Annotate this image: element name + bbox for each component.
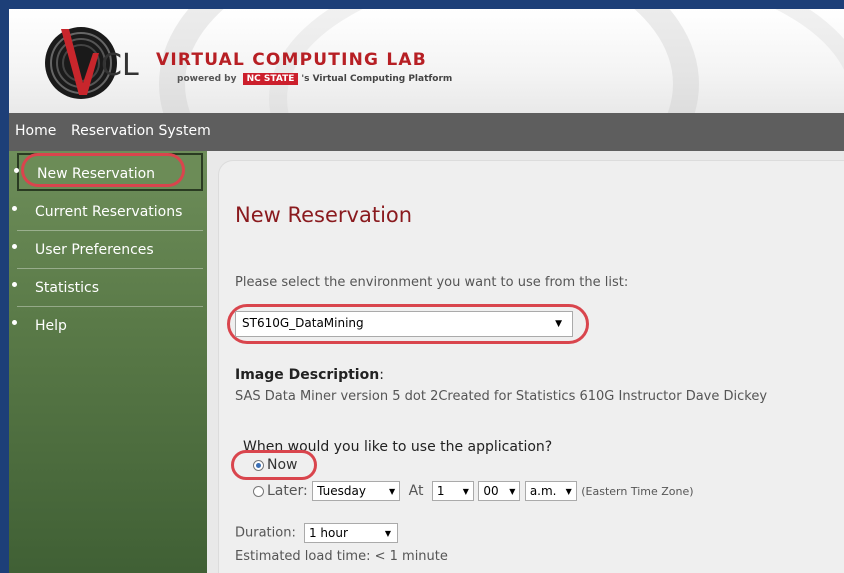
image-description-label-text: Image Description: [235, 367, 380, 383]
duration-value: 1 hour: [308, 526, 348, 540]
sidebar-item-label: Statistics: [35, 280, 99, 296]
later-day-value: Tuesday: [317, 484, 366, 498]
environment-prompt: Please select the environment you want t…: [235, 275, 629, 290]
duration-select[interactable]: 1 hour ▼: [303, 523, 398, 543]
bullet-icon: [12, 320, 17, 325]
sidebar-item-label: Help: [35, 318, 67, 334]
chevron-down-icon: ▼: [509, 487, 516, 496]
sidebar-item-help[interactable]: Help: [12, 307, 203, 345]
brand-subtitle-suffix: 's Virtual Computing Platform: [301, 74, 453, 84]
image-description-label: Image Description:: [235, 367, 384, 383]
now-radio[interactable]: [253, 459, 264, 471]
brand-subtitle-prefix: powered by: [177, 74, 237, 84]
bullet-icon: [12, 282, 17, 287]
ncstate-badge: NC STATE: [242, 73, 299, 85]
sidebar-item-statistics[interactable]: Statistics: [12, 269, 203, 307]
chevron-down-icon: ▼: [384, 529, 391, 538]
chevron-down-icon: ▼: [462, 487, 469, 496]
later-hour-select[interactable]: 1 ▼: [431, 481, 474, 501]
bullet-icon: [12, 244, 17, 249]
brand-subtitle: powered by NC STATE's Virtual Computing …: [177, 73, 452, 85]
now-option[interactable]: Now: [253, 457, 298, 473]
timezone-label: (Eastern Time Zone): [581, 485, 694, 498]
now-label: Now: [267, 457, 298, 473]
at-label: At: [408, 483, 424, 499]
later-ampm-value: a.m.: [529, 484, 557, 498]
chevron-down-icon: ▼: [555, 319, 562, 329]
chevron-down-icon: ▼: [565, 487, 572, 496]
bullet-icon: [14, 168, 19, 173]
app-frame: CL VIRTUAL COMPUTING LAB powered by NC S…: [0, 0, 844, 573]
sidebar-item-label: User Preferences: [35, 242, 154, 258]
nav-home-link[interactable]: Home: [15, 123, 56, 139]
image-description-colon: :: [379, 367, 384, 383]
later-option: Later: Tuesday ▼ At 1 ▼ 00 ▼ a.m. ▼ (Eastern…: [253, 481, 694, 501]
later-ampm-select[interactable]: a.m. ▼: [524, 481, 577, 501]
sidebar-item-user-preferences[interactable]: User Preferences: [12, 231, 203, 269]
later-label: Later:: [267, 483, 308, 499]
environment-select-value: ST610G_DataMining: [242, 316, 364, 330]
vcl-logo[interactable]: CL: [39, 19, 149, 107]
annotation-circle: [21, 153, 185, 187]
main-panel: New Reservation Please select the enviro…: [219, 161, 844, 573]
duration-label: Duration:: [235, 525, 296, 541]
later-minute-select[interactable]: 00 ▼: [478, 481, 521, 501]
sidebar-item-current-reservations[interactable]: Current Reservations: [12, 193, 203, 231]
brand-title: VIRTUAL COMPUTING LAB: [156, 50, 427, 70]
environment-select[interactable]: ST610G_DataMining ▼: [235, 311, 573, 337]
top-nav: Home Reservation System: [9, 113, 844, 151]
sidebar-item-label: Current Reservations: [35, 204, 183, 220]
later-minute-value: 00: [483, 484, 499, 498]
header-banner: CL VIRTUAL COMPUTING LAB powered by NC S…: [9, 9, 844, 113]
sidebar: New Reservation Current Reservations Use…: [9, 151, 207, 573]
page-title: New Reservation: [235, 203, 413, 227]
estimated-load-time: Estimated load time: < 1 minute: [235, 549, 448, 564]
image-description-text: SAS Data Miner version 5 dot 2Created fo…: [235, 389, 768, 404]
later-hour-value: 1: [436, 484, 445, 498]
duration-row: Duration: 1 hour ▼: [235, 523, 398, 543]
nav-reservation-system-link[interactable]: Reservation System: [71, 123, 211, 139]
bullet-icon: [12, 206, 17, 211]
later-day-select[interactable]: Tuesday ▼: [312, 481, 401, 501]
logo-text: CL: [101, 48, 139, 83]
later-radio[interactable]: [253, 485, 264, 497]
chevron-down-icon: ▼: [389, 487, 396, 496]
